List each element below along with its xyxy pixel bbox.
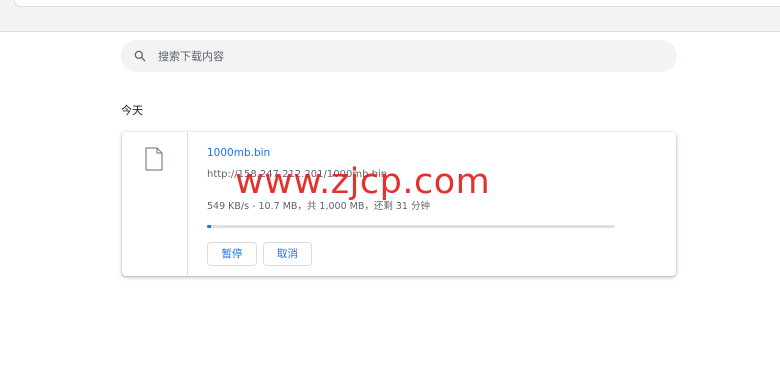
watermark-text: www.zjcp.com [235, 162, 491, 202]
search-box[interactable] [121, 40, 677, 72]
progress-bar [207, 225, 615, 228]
file-icon [145, 147, 163, 171]
search-icon [134, 50, 146, 62]
pause-button[interactable]: 暂停 [207, 242, 257, 266]
date-section-title: 今天 [121, 104, 143, 117]
download-icon-column [122, 132, 188, 276]
top-toolbar [0, 0, 780, 32]
progress-fill [207, 225, 212, 228]
file-name-link[interactable]: 1000mb.bin [207, 147, 270, 159]
search-input[interactable] [158, 40, 658, 72]
cancel-button[interactable]: 取消 [263, 242, 312, 266]
toolbar-edge [14, 0, 780, 7]
download-card: 1000mb.bin http://158.247.212.201/1000mb… [122, 132, 676, 276]
